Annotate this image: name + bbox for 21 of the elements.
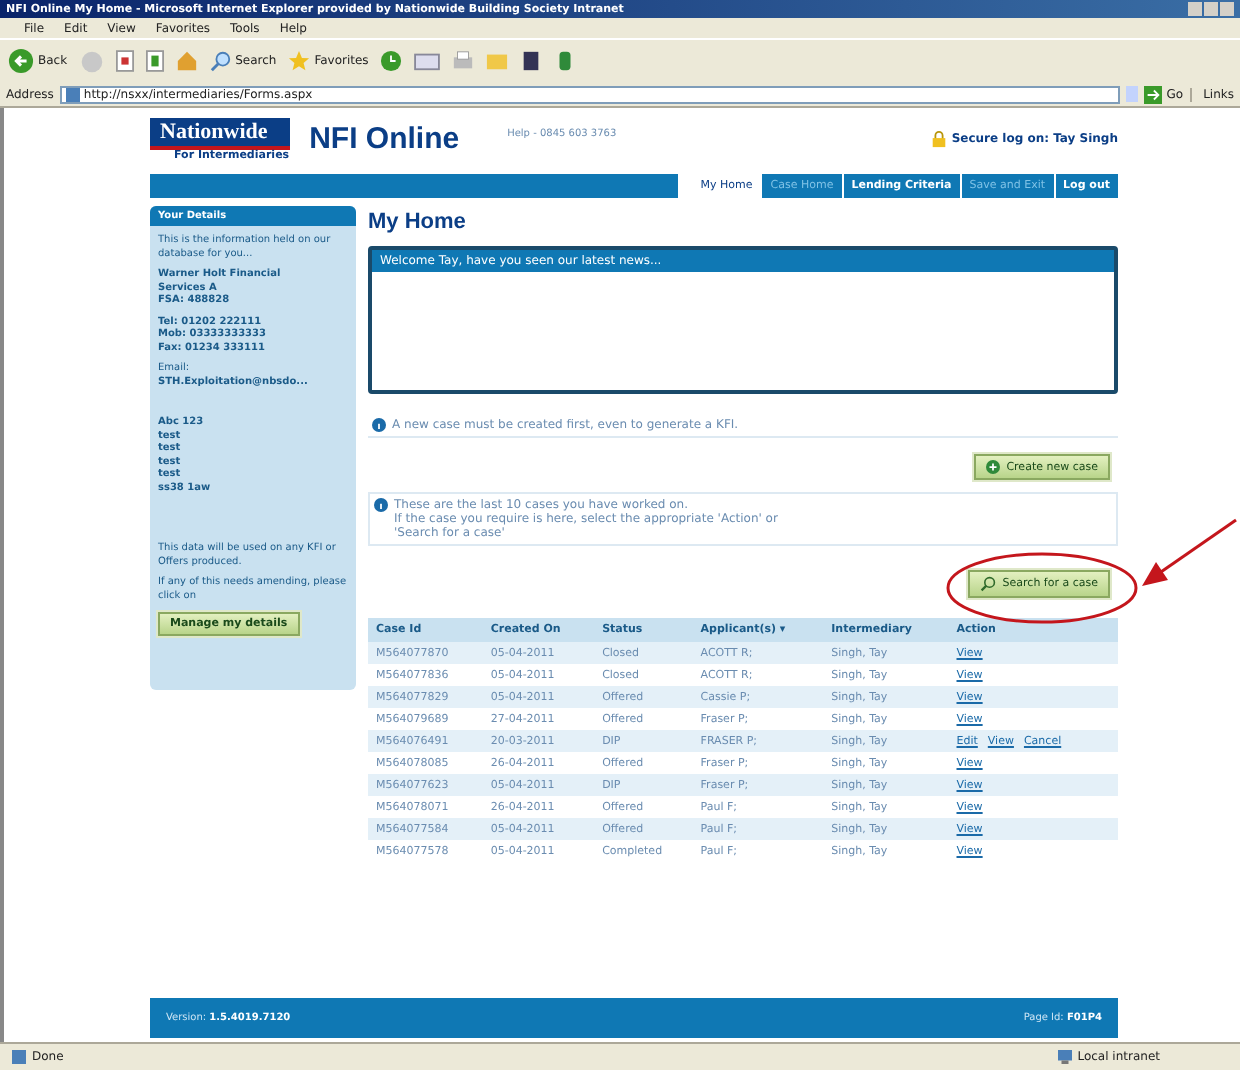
refresh-page-icon[interactable] bbox=[145, 50, 164, 72]
plus-icon bbox=[986, 460, 1001, 474]
home-icon[interactable] bbox=[175, 50, 198, 72]
folder-icon[interactable] bbox=[486, 50, 509, 72]
network-icon bbox=[1057, 1050, 1072, 1064]
product-title: NFI Online bbox=[309, 121, 460, 155]
info-icon bbox=[372, 418, 386, 432]
back-arrow-icon bbox=[8, 48, 34, 74]
history-icon[interactable] bbox=[380, 50, 403, 72]
pointer-arrow bbox=[1142, 518, 1237, 586]
print-icon[interactable] bbox=[452, 50, 475, 72]
page-heading: My Home bbox=[368, 210, 468, 234]
page-icon bbox=[12, 1050, 26, 1064]
stop-page-icon[interactable] bbox=[115, 50, 134, 72]
info-icon bbox=[374, 498, 388, 512]
search-icon bbox=[209, 50, 232, 72]
padlock-icon bbox=[929, 129, 948, 147]
page-icon bbox=[65, 87, 80, 101]
arrow-icon bbox=[1144, 85, 1163, 103]
star-icon bbox=[288, 50, 311, 72]
search-icon bbox=[980, 576, 997, 592]
